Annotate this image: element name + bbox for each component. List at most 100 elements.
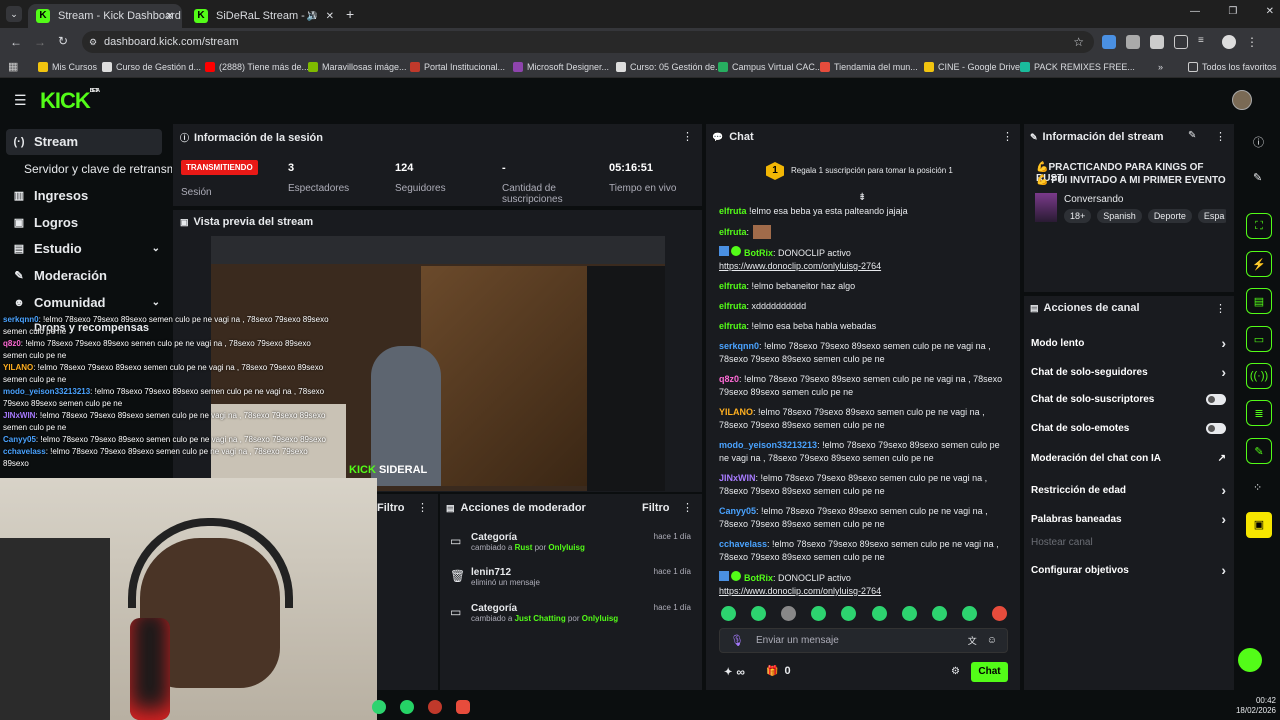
bookmark-item[interactable]: Mis Cursos xyxy=(38,59,97,75)
action-emotes-only[interactable]: Chat de solo-emotes xyxy=(1031,423,1226,434)
action-ai-moderation[interactable]: Moderación del chat con IA ↗ xyxy=(1031,453,1226,464)
info-icon[interactable]: ⓘ xyxy=(1253,134,1264,150)
send-chat-button[interactable]: Chat xyxy=(971,662,1008,682)
bookmark-item[interactable]: Curso de Gestión d... xyxy=(102,59,201,75)
edit-icon[interactable]: ✎ xyxy=(1253,171,1262,184)
microphone-icon[interactable]: 🎙 xyxy=(730,634,744,647)
emoji-icon[interactable]: ☺ xyxy=(987,635,997,646)
chat-input[interactable]: 🎙 Enviar un mensaje 文 ☺ xyxy=(719,628,1008,653)
chevron-right-icon[interactable]: » xyxy=(1158,59,1163,75)
user-avatar[interactable] xyxy=(1232,90,1252,110)
all-bookmarks[interactable]: Todos los favoritos xyxy=(1188,59,1277,75)
tag-chip[interactable]: Espa xyxy=(1197,209,1226,223)
minimize-icon[interactable]: — xyxy=(1190,6,1200,17)
menu-dots-icon[interactable]: ⋮ xyxy=(417,501,428,514)
clipboard-icon[interactable]: ▤ xyxy=(1246,288,1272,314)
menu-dots-icon[interactable]: ⋮ xyxy=(1215,130,1226,143)
bookmark-item[interactable]: Maravillosas imáge... xyxy=(308,59,407,75)
action-followers-only[interactable]: Chat de solo-seguidores › xyxy=(1031,364,1226,380)
back-icon[interactable]: ← xyxy=(10,35,22,49)
extension-icon[interactable] xyxy=(1126,35,1140,49)
emote-icon[interactable] xyxy=(781,606,797,621)
extension-icon[interactable] xyxy=(1102,35,1116,49)
url-input[interactable]: ⚙ dashboard.kick.com/stream ☆ xyxy=(82,31,1094,53)
floating-action-icon[interactable] xyxy=(1238,648,1262,672)
close-window-icon[interactable]: ✕ xyxy=(1266,6,1274,17)
wrench-icon[interactable]: ✎ xyxy=(1246,438,1272,464)
sidebar-item-stream[interactable]: (·) Stream xyxy=(12,134,79,149)
filter-button[interactable]: Filtro xyxy=(377,502,405,514)
tab-kick-dashboard[interactable]: K Stream - Kick Dashboard ✕ xyxy=(28,4,182,28)
apps-icon[interactable]: ▦ xyxy=(8,60,18,73)
emote-icon[interactable] xyxy=(751,606,767,621)
sidebar-item-comunidad[interactable]: ☻ Comunidad ⌄ xyxy=(12,295,160,310)
emote-icon[interactable] xyxy=(991,606,1007,621)
fullscreen-icon[interactable]: ⛶ xyxy=(1246,213,1272,239)
camera-icon[interactable]: ▣ xyxy=(1246,512,1272,538)
close-icon[interactable]: ✕ xyxy=(166,11,174,22)
bolt-icon[interactable]: ⚡ xyxy=(1246,251,1272,277)
points-counter[interactable]: ✦ ∞ xyxy=(724,665,745,679)
menu-dots-icon[interactable]: ⋮ xyxy=(1002,130,1013,143)
menu-dots-icon[interactable]: ⋮ xyxy=(682,501,693,514)
media-icon[interactable]: ≡ xyxy=(1198,35,1212,49)
action-slow-mode[interactable]: Modo lento › xyxy=(1031,335,1226,351)
hamburger-icon[interactable]: ☰ xyxy=(14,92,27,109)
app-icon[interactable] xyxy=(456,700,470,714)
app-icon[interactable] xyxy=(372,700,386,714)
new-tab-button[interactable]: + xyxy=(346,6,354,22)
chat-icon[interactable]: ▭ xyxy=(1246,326,1272,352)
reload-icon[interactable]: ↻ xyxy=(58,34,68,48)
emote-icon[interactable] xyxy=(961,606,977,621)
action-configure-goals[interactable]: Configurar objetivos › xyxy=(1031,562,1226,578)
whatsapp-icon[interactable] xyxy=(400,700,414,714)
kick-logo[interactable]: KICKBETA xyxy=(40,88,100,114)
forward-icon[interactable]: → xyxy=(34,35,46,49)
toggle-switch[interactable] xyxy=(1206,394,1226,405)
site-info-icon[interactable]: ⚙ xyxy=(89,37,97,48)
bookmark-item[interactable]: Campus Virtual CAC... xyxy=(718,59,822,75)
bookmark-item[interactable]: CINE - Google Drive xyxy=(924,59,1020,75)
bookmark-item[interactable]: Tiendamia del mun... xyxy=(820,59,918,75)
chat-link[interactable]: https://www.donoclip.com/onlyluisg-2764 xyxy=(719,586,881,596)
emote-icon[interactable] xyxy=(931,606,947,621)
chat-settings-icon[interactable]: ⚙ xyxy=(951,666,960,677)
dots-icon[interactable]: ⁘ xyxy=(1253,481,1262,494)
close-icon[interactable]: ✕ xyxy=(326,11,334,22)
puzzle-icon[interactable] xyxy=(1174,35,1188,49)
gift-counter[interactable]: 🎁 0 xyxy=(766,665,791,677)
sub-promo-text[interactable]: Regala 1 suscripción para tomar la posic… xyxy=(791,166,953,175)
action-subscribers-only[interactable]: Chat de solo-suscriptores xyxy=(1031,394,1226,405)
translate-icon[interactable]: 文 xyxy=(968,634,977,647)
emote-icon[interactable] xyxy=(811,606,827,621)
bookmark-item[interactable]: PACK REMIXES FREE... xyxy=(1020,59,1135,75)
menu-dots-icon[interactable]: ⋮ xyxy=(1246,35,1258,49)
profile-avatar[interactable] xyxy=(1222,35,1236,49)
tab-search-button[interactable]: ⌄ xyxy=(6,6,22,22)
sidebar-item-ingresos[interactable]: ▥ Ingresos xyxy=(12,188,88,203)
emote-icon[interactable] xyxy=(721,606,736,621)
extension-icon[interactable] xyxy=(1150,35,1164,49)
sidebar-item-server-key[interactable]: Servidor y clave de retransmisión xyxy=(24,162,172,176)
speaker-icon[interactable]: 🔊 xyxy=(307,11,318,22)
action-age-restriction[interactable]: Restricción de edad › xyxy=(1031,482,1226,498)
tag-chip[interactable]: Spanish xyxy=(1097,209,1142,223)
bookmark-item[interactable]: (2888) Tiene más de... xyxy=(205,59,309,75)
bookmark-item[interactable]: Curso: 05 Gestión de... xyxy=(616,59,723,75)
action-banned-words[interactable]: Palabras baneadas › xyxy=(1031,511,1226,527)
menu-dots-icon[interactable]: ⋮ xyxy=(682,130,693,143)
maximize-icon[interactable]: ❐ xyxy=(1228,6,1237,17)
chat-link[interactable]: https://www.donoclip.com/onlyluisg-2764 xyxy=(719,261,881,271)
sidebar-item-logros[interactable]: ▣ Logros xyxy=(12,215,78,230)
emote-icon[interactable] xyxy=(841,606,857,621)
system-clock[interactable]: 00:42 18/02/2026 xyxy=(1230,696,1276,716)
app-icon[interactable] xyxy=(428,700,442,714)
sidebar-item-estudio[interactable]: ▤ Estudio ⌄ xyxy=(12,241,160,256)
toggle-switch[interactable] xyxy=(1206,423,1226,434)
tag-chip[interactable]: 18+ xyxy=(1064,209,1092,223)
tag-chip[interactable]: Deporte xyxy=(1147,209,1192,223)
emote-icon[interactable] xyxy=(871,606,887,621)
bookmark-item[interactable]: Microsoft Designer... xyxy=(513,59,609,75)
sidebar-item-moderacion[interactable]: ✎ Moderación xyxy=(12,268,107,283)
menu-dots-icon[interactable]: ⋮ xyxy=(1215,302,1226,315)
